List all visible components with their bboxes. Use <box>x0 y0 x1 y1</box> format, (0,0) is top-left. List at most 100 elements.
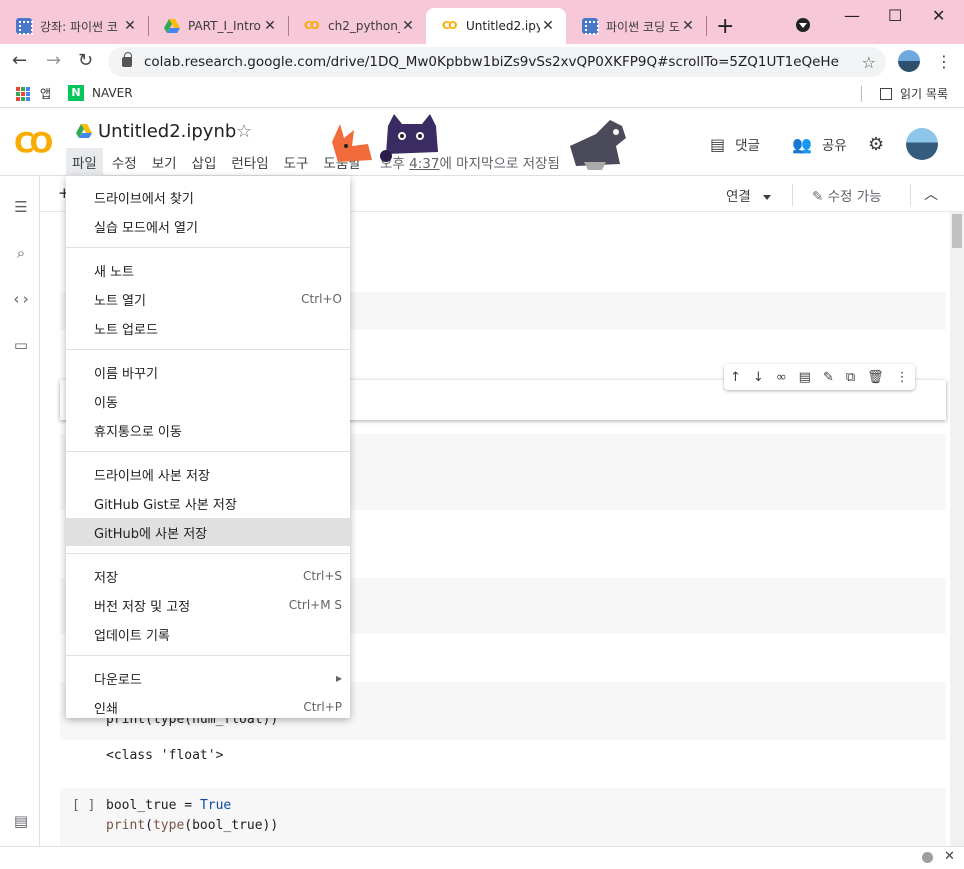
file-menu-item[interactable]: 노트 업로드 <box>66 314 350 342</box>
code-snippets-icon[interactable]: ‹› <box>12 290 30 308</box>
file-menu-item[interactable]: 버전 저장 및 고정 Ctrl+M S <box>66 591 350 619</box>
mirror-cell-icon[interactable]: ⧉ <box>846 370 855 385</box>
connect-button[interactable]: 연결 <box>726 185 771 205</box>
last-saved-status[interactable]: 오후 4:37에 마지막으로 저장됨 <box>380 152 560 172</box>
new-tab-icon[interactable]: + <box>716 14 734 39</box>
file-menu-item[interactable]: 다운로드 ▸ <box>66 664 350 692</box>
back-arrow-icon[interactable]: ← <box>12 50 27 71</box>
file-menu-item[interactable]: 이동 <box>66 387 350 415</box>
browser-toolbar: ← → ↻ colab.research.google.com/drive/1D… <box>0 44 964 78</box>
pencil-icon: ✎ <box>812 189 828 205</box>
menu-item-label: 인쇄 <box>94 701 118 717</box>
link-icon[interactable]: ∞ <box>776 370 787 385</box>
menu-help[interactable]: 도움말 <box>317 148 366 176</box>
file-menu-item[interactable]: 노트 열기 Ctrl+O <box>66 285 350 313</box>
close-icon[interactable]: ✕ <box>122 18 138 34</box>
settings-gear-icon[interactable]: ⚙ <box>868 134 884 155</box>
menu-item-label: 업데이트 기록 <box>94 628 170 644</box>
left-sidebar: ☰ ⌕ ‹› ▭ ▤ <box>0 176 40 846</box>
maximize-icon[interactable]: ☐ <box>888 6 902 25</box>
close-icon[interactable]: ✕ <box>944 849 955 864</box>
status-indicator-icon[interactable] <box>922 852 933 863</box>
close-icon[interactable]: ✕ <box>400 18 416 34</box>
code-cell-bool[interactable]: [ ] bool_true = True print(type(bool_tru… <box>60 788 946 846</box>
delete-trash-icon[interactable]: 🗑 <box>867 370 884 385</box>
star-icon[interactable]: ☆ <box>236 121 252 142</box>
comment-button[interactable]: ▤ 댓글 <box>710 134 760 155</box>
cell-output: <class 'float'> <box>106 748 224 763</box>
url-text: colab.research.google.com/drive/1DQ_Mw0K… <box>144 54 839 70</box>
google-drive-icon[interactable] <box>76 124 92 138</box>
file-menu-item[interactable]: GitHub에 사본 저장 <box>66 518 350 546</box>
file-menu-item[interactable]: 새 노트 <box>66 256 350 284</box>
file-menu-item[interactable]: 업데이트 기록 <box>66 620 350 648</box>
more-options-icon[interactable]: ⋮ <box>896 370 909 385</box>
file-menu-item[interactable]: 이름 바꾸기 <box>66 358 350 386</box>
table-of-contents-icon[interactable]: ☰ <box>12 198 30 216</box>
close-icon[interactable]: ✕ <box>680 18 696 34</box>
move-down-icon[interactable]: ↓ <box>753 370 764 385</box>
menu-edit[interactable]: 수정 <box>106 148 143 176</box>
scrollbar-thumb[interactable] <box>952 214 962 248</box>
close-icon[interactable]: ✕ <box>540 18 556 34</box>
menu-item-label: 실습 모드에서 열기 <box>94 220 198 236</box>
edit-pencil-icon[interactable]: ✎ <box>823 370 834 385</box>
file-menu-item[interactable]: 실습 모드에서 열기 <box>66 212 350 240</box>
forward-arrow-icon[interactable]: → <box>46 50 61 71</box>
user-avatar[interactable] <box>906 128 938 160</box>
notebook-title[interactable]: Untitled2.ipynb <box>98 121 236 142</box>
browser-tab-active[interactable]: CO Untitled2.ipyn ✕ <box>426 8 566 44</box>
comment-icon[interactable]: ▤ <box>799 370 811 385</box>
terminal-icon[interactable]: ▤ <box>12 812 30 830</box>
minimize-icon[interactable]: — <box>844 6 860 25</box>
reading-list-button[interactable]: 읽기 목록 <box>880 85 948 102</box>
close-icon[interactable]: ✕ <box>262 18 278 34</box>
window-close-icon[interactable]: ✕ <box>932 6 945 25</box>
reload-icon[interactable]: ↻ <box>78 50 93 71</box>
edit-mode-button[interactable]: ✎ 수정 가능 <box>812 185 882 205</box>
menu-item-shortcut: Ctrl+S <box>302 569 342 583</box>
tab-divider <box>706 16 707 36</box>
browser-tab-3[interactable]: CO ch2_python_b ✕ <box>288 8 426 44</box>
address-bar[interactable]: colab.research.google.com/drive/1DQ_Mw0K… <box>108 47 886 77</box>
search-icon[interactable]: ⌕ <box>12 244 30 262</box>
file-menu-item[interactable]: 저장 Ctrl+S <box>66 562 350 590</box>
menu-item-label: 이동 <box>94 395 118 411</box>
bookmark-apps[interactable]: 앱 <box>16 85 51 102</box>
browser-tab-1[interactable]: 강좌: 파이썬 코 ✕ <box>0 8 148 44</box>
file-menu-item[interactable]: 드라이브에 사본 저장 <box>66 460 350 488</box>
menu-item-label: 다운로드 <box>94 672 142 688</box>
menu-item-label: 이름 바꾸기 <box>94 366 158 382</box>
run-cell-button[interactable]: [ ] <box>72 798 95 813</box>
menu-insert[interactable]: 삽입 <box>186 148 223 176</box>
collapse-header-icon[interactable]: ︿ <box>924 184 938 204</box>
notebook-scrollbar[interactable] <box>950 212 964 846</box>
bookmark-naver[interactable]: N NAVER <box>68 85 133 101</box>
files-folder-icon[interactable]: ▭ <box>12 336 30 354</box>
menu-view[interactable]: 보기 <box>146 148 183 176</box>
bookmark-star-icon[interactable]: ☆ <box>862 53 876 72</box>
browser-menu-icon[interactable]: ⋮ <box>936 52 952 71</box>
toolbar-divider <box>792 184 793 206</box>
menu-item-label: 휴지통으로 이동 <box>94 424 182 440</box>
file-menu-item[interactable]: GitHub Gist로 사본 저장 <box>66 489 350 517</box>
menu-item-label: GitHub Gist로 사본 저장 <box>94 497 237 513</box>
reading-list-icon <box>880 87 893 100</box>
google-drive-favicon <box>164 19 180 33</box>
menu-tools[interactable]: 도구 <box>278 148 315 176</box>
profile-avatar[interactable] <box>898 50 920 72</box>
colab-logo[interactable]: CO <box>14 126 53 159</box>
file-menu-item[interactable]: 인쇄 Ctrl+P <box>66 693 350 721</box>
file-menu-item[interactable]: 휴지통으로 이동 <box>66 416 350 444</box>
file-menu-item[interactable]: 드라이브에서 찾기 <box>66 183 350 211</box>
status-bar: ✕ <box>0 846 964 869</box>
bookmark-label: 앱 <box>40 87 52 101</box>
colab-header: CO Untitled2.ipynb ☆ 파일 수정 보기 삽입 런타임 도구 … <box>0 108 964 176</box>
menu-file[interactable]: 파일 <box>66 148 103 176</box>
browser-tab-5[interactable]: 파이썬 코딩 도 ✕ <box>566 8 706 44</box>
browser-tab-2[interactable]: PART_I_Intro - ✕ <box>148 8 288 44</box>
tab-search-icon[interactable] <box>796 18 810 32</box>
menu-runtime[interactable]: 런타임 <box>225 148 274 176</box>
move-up-icon[interactable]: ↑ <box>730 370 741 385</box>
share-button[interactable]: 👥 공유 <box>792 134 847 155</box>
